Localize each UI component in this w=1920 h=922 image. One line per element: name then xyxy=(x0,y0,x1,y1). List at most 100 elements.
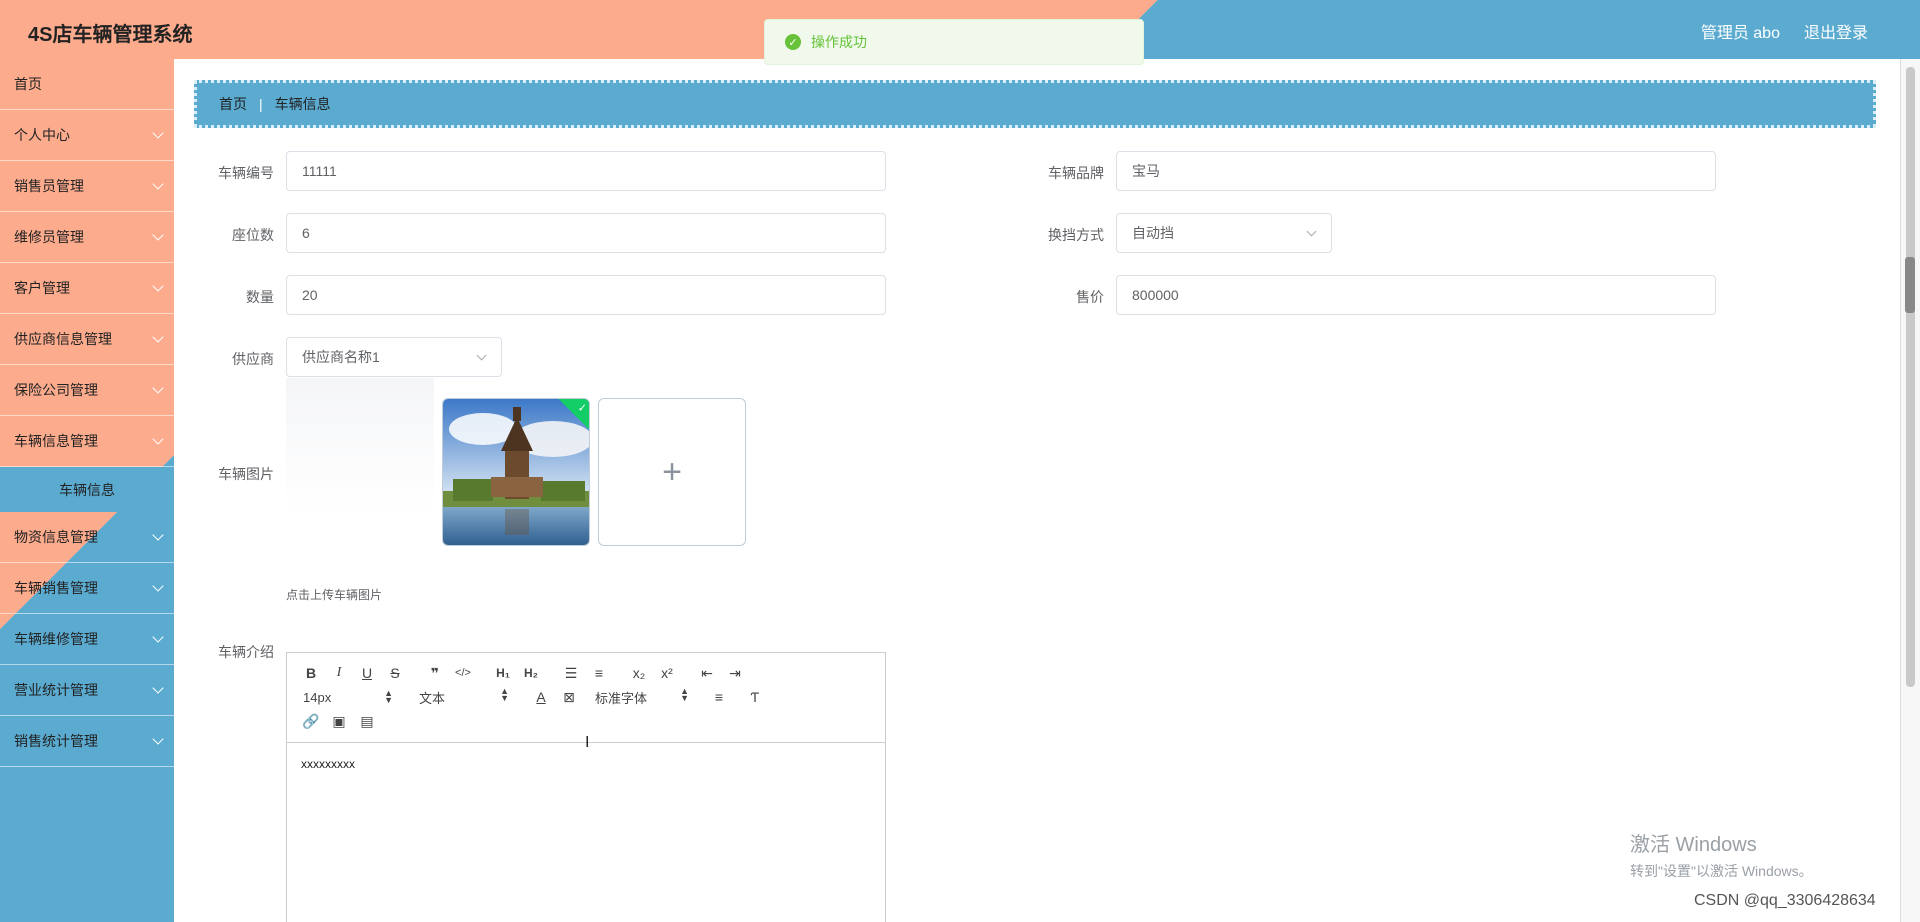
supplier-label: 供应商 xyxy=(232,351,274,367)
superscript-button[interactable]: x² xyxy=(653,665,681,681)
price-value: 800000 xyxy=(1132,287,1179,303)
clear-format-icon[interactable]: Ƭ xyxy=(741,689,769,705)
chevron-down-icon xyxy=(152,229,164,241)
intro-label: 车辆介绍 xyxy=(218,644,274,660)
sidebar-item-label: 车辆维修管理 xyxy=(14,631,98,647)
sidebar-item-insurance[interactable]: 保险公司管理 xyxy=(0,365,174,416)
sidebar-item-business-stats[interactable]: 营业统计管理 xyxy=(0,665,174,716)
underline-button[interactable]: U xyxy=(353,665,381,681)
sidebar-subitem-vehicle-info[interactable]: 车辆信息 xyxy=(0,467,174,512)
upload-add-button[interactable]: + xyxy=(598,398,746,546)
sidebar-item-label: 维修员管理 xyxy=(14,229,84,245)
sidebar-item-sales-stats[interactable]: 销售统计管理 xyxy=(0,716,174,767)
sidebar-item-materials[interactable]: 物资信息管理 xyxy=(0,512,174,563)
chevron-down-icon xyxy=(152,178,164,190)
vehicle-no-value: 11111 xyxy=(302,163,337,179)
sidebar-item-suppliers[interactable]: 供应商信息管理 xyxy=(0,314,174,365)
price-input[interactable]: 800000 xyxy=(1116,275,1716,315)
gear-value: 自动挡 xyxy=(1132,225,1174,241)
watermark-title: 激活 Windows xyxy=(1630,834,1757,856)
blockquote-button[interactable]: ❞ xyxy=(421,665,449,682)
editor-toolbar: B I U S ❞ </> H₁ H₂ ☰ ≡ x₂ x² ⇤ ⇥ 14px ▲ ▼… xyxy=(287,653,885,743)
quantity-input[interactable]: 20 xyxy=(286,275,886,315)
bullet-list-icon[interactable]: ≡ xyxy=(585,665,613,681)
font-family-select[interactable]: 标准字体 ▲ ▼ xyxy=(595,685,689,707)
upload-tip: 点击上传车辆图片 xyxy=(286,588,383,602)
price-label: 售价 xyxy=(1076,289,1104,305)
font-size-value: 14px xyxy=(303,689,332,705)
rich-text-editor[interactable]: B I U S ❞ </> H₁ H₂ ☰ ≡ x₂ x² ⇤ ⇥ 14px ▲ ▼… xyxy=(286,652,886,922)
sidebar-item-label: 车辆销售管理 xyxy=(14,580,98,596)
user-name[interactable]: 管理员 abo xyxy=(1701,19,1780,43)
sidebar-item-profile[interactable]: 个人中心 xyxy=(0,110,174,161)
sidebar-item-label: 首页 xyxy=(14,76,42,92)
align-icon[interactable]: ≡ xyxy=(705,689,733,705)
block-type-value: 文本 xyxy=(419,690,446,706)
success-toast: ✓ 操作成功 xyxy=(764,19,1144,65)
gear-label: 换挡方式 xyxy=(1048,227,1104,243)
sidebar-item-label: 物资信息管理 xyxy=(14,529,98,545)
user-area: 管理员 abo 退出登录 xyxy=(1701,19,1868,43)
strike-button[interactable]: S xyxy=(381,665,409,681)
background-color-icon[interactable]: ⊠ xyxy=(555,689,583,706)
ordered-list-icon[interactable]: ☰ xyxy=(557,665,585,682)
windows-activation-watermark: 激活 Windows 转到"设置"以激活 Windows。 xyxy=(1630,828,1813,881)
sidebar-item-label: 销售统计管理 xyxy=(14,733,98,749)
code-block-button[interactable]: </> xyxy=(449,667,477,679)
brand-input[interactable]: 宝马 xyxy=(1116,151,1716,191)
link-icon[interactable]: 🔗 xyxy=(297,713,325,730)
image-icon[interactable]: ▣ xyxy=(325,713,353,730)
font-color-icon[interactable]: A xyxy=(527,689,555,705)
sidebar-item-vehicle-sales[interactable]: 车辆销售管理 xyxy=(0,563,174,614)
vehicle-no-input[interactable]: 11111 xyxy=(286,151,886,191)
chevron-down-icon xyxy=(476,350,487,361)
app-title: 4S店车辆管理系统 xyxy=(28,24,193,46)
plus-icon: + xyxy=(662,452,682,491)
heading-2-button[interactable]: H₂ xyxy=(517,666,545,680)
video-icon[interactable]: ▤ xyxy=(353,713,381,730)
font-size-select[interactable]: 14px ▲ ▼ xyxy=(303,688,393,705)
breadcrumb-current: 车辆信息 xyxy=(274,96,331,112)
italic-button[interactable]: I xyxy=(325,665,353,681)
scrollbar-marker xyxy=(1905,257,1915,313)
image-label: 车辆图片 xyxy=(218,466,274,482)
chevron-down-icon xyxy=(152,631,164,643)
scrollbar-thumb[interactable] xyxy=(1906,67,1915,687)
logout-button[interactable]: 退出登录 xyxy=(1804,19,1868,43)
supplier-select[interactable]: 供应商名称1 xyxy=(286,337,502,377)
breadcrumb-separator: | xyxy=(259,96,263,112)
sidebar-item-label: 车辆信息 xyxy=(59,481,115,498)
bold-button[interactable]: B xyxy=(297,665,325,681)
sidebar-item-label: 保险公司管理 xyxy=(14,382,98,398)
seats-input[interactable]: 6 xyxy=(286,213,886,253)
seats-label: 座位数 xyxy=(232,227,274,243)
gear-select[interactable]: 自动挡 xyxy=(1116,213,1332,253)
updown-icon: ▲ ▼ xyxy=(680,685,689,703)
text-cursor-icon: I xyxy=(585,734,590,751)
sidebar-item-sales-staff[interactable]: 销售员管理 xyxy=(0,161,174,212)
sidebar-item-label: 客户管理 xyxy=(14,280,70,296)
toast-message: 操作成功 xyxy=(811,34,867,50)
subscript-button[interactable]: x₂ xyxy=(625,665,653,681)
breadcrumb-home[interactable]: 首页 xyxy=(219,94,247,114)
sidebar-item-home[interactable]: 首页 xyxy=(0,59,174,110)
quantity-label: 数量 xyxy=(246,289,274,305)
uploaded-image[interactable]: ✓ xyxy=(442,398,590,546)
chevron-down-icon xyxy=(152,280,164,292)
watermark-subtitle: 转到"设置"以激活 Windows。 xyxy=(1630,863,1813,879)
updown-icon: ▲ ▼ xyxy=(500,685,509,703)
sidebar-item-vehicle-repair[interactable]: 车辆维修管理 xyxy=(0,614,174,665)
block-type-select[interactable]: 文本 ▲ ▼ xyxy=(419,685,509,707)
check-circle-icon: ✓ xyxy=(785,34,801,50)
chevron-down-icon xyxy=(152,433,164,445)
image-placeholder xyxy=(286,378,434,516)
outdent-icon[interactable]: ⇤ xyxy=(693,665,721,682)
sidebar-item-vehicle-mgmt[interactable]: 车辆信息管理 xyxy=(0,416,174,467)
indent-icon[interactable]: ⇥ xyxy=(721,665,749,682)
brand-label: 车辆品牌 xyxy=(1048,165,1104,181)
sidebar-item-label: 营业统计管理 xyxy=(14,682,98,698)
heading-1-button[interactable]: H₁ xyxy=(489,666,517,680)
scrollbar[interactable] xyxy=(1900,59,1920,922)
sidebar-item-customers[interactable]: 客户管理 xyxy=(0,263,174,314)
sidebar-item-repair-staff[interactable]: 维修员管理 xyxy=(0,212,174,263)
